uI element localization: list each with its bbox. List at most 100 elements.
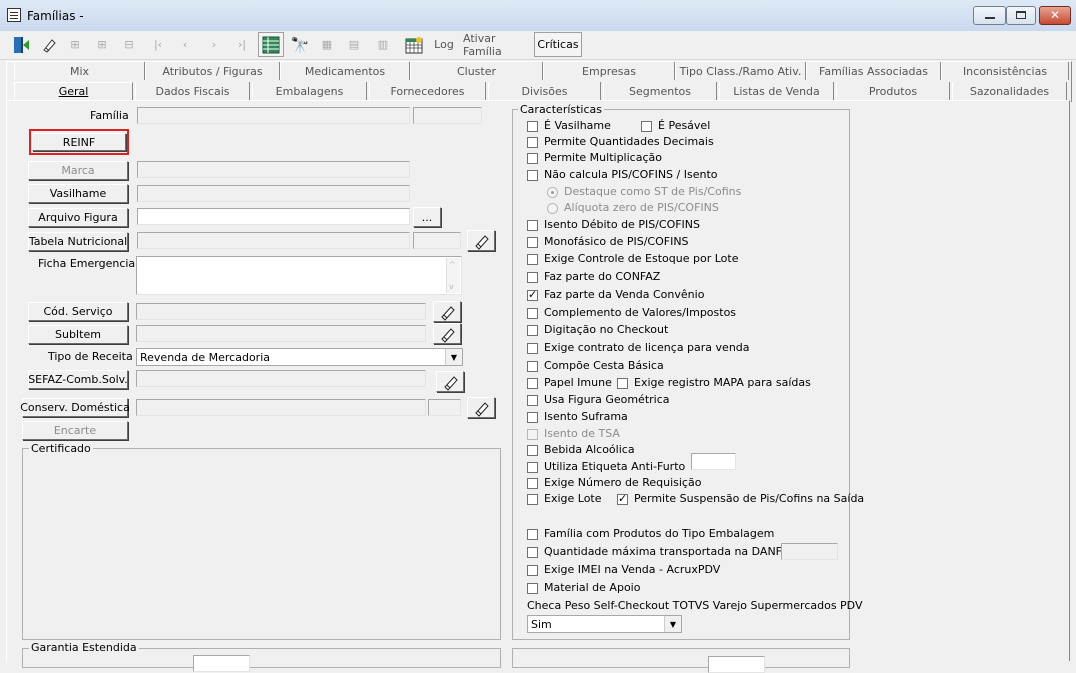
- tabela-nutricional-button[interactable]: Tabela Nutricional: [28, 232, 128, 251]
- sefaz-edit-button[interactable]: [436, 371, 464, 392]
- monofasico-checkbox[interactable]: [527, 237, 538, 248]
- arquivo-figura-button[interactable]: Arquivo Figura: [28, 208, 128, 227]
- log-button[interactable]: Log: [431, 32, 457, 57]
- marca-field[interactable]: [137, 161, 410, 178]
- tabela-nutricional-code-field[interactable]: [413, 232, 461, 249]
- tab-embalagens[interactable]: Embalagens: [252, 82, 367, 100]
- prev-record-button[interactable]: ‹: [173, 32, 197, 57]
- maximize-button[interactable]: [1006, 6, 1036, 25]
- tabela-nutricional-edit-button[interactable]: [467, 230, 495, 251]
- tab-fam-lias-associadas[interactable]: Famílias Associadas: [806, 62, 941, 80]
- e-vasilhame-checkbox[interactable]: [527, 121, 538, 132]
- sefaz-field[interactable]: [136, 370, 426, 387]
- conserv-domestica-code-field[interactable]: [428, 399, 461, 416]
- imei-checkbox[interactable]: [527, 565, 538, 576]
- cesta-checkbox[interactable]: [527, 361, 538, 372]
- browse-button[interactable]: ...: [413, 207, 441, 227]
- confaz-checkbox[interactable]: [527, 272, 538, 283]
- tab-empresas[interactable]: Empresas: [543, 62, 675, 80]
- e-pesavel-checkbox[interactable]: [641, 121, 652, 132]
- tab-medicamentos[interactable]: Medicamentos: [280, 62, 410, 80]
- isento-debito-checkbox[interactable]: [527, 220, 538, 231]
- familia-code-field[interactable]: [413, 107, 482, 124]
- digitacao-checkbox[interactable]: [527, 325, 538, 336]
- conserv-domestica-button[interactable]: Conserv. Doméstica: [20, 398, 130, 417]
- tree-remove-button[interactable]: ⊟: [116, 32, 142, 57]
- tool-b-button[interactable]: ▤: [341, 32, 367, 57]
- tree-add-button[interactable]: ⊞: [62, 32, 88, 57]
- ativar-familia-button[interactable]: Ativar Família: [460, 32, 530, 58]
- tab-fornecedores[interactable]: Fornecedores: [369, 82, 486, 100]
- chevron-down-icon[interactable]: ▼: [664, 616, 681, 632]
- sefaz-button[interactable]: SEFAZ-Comb.Solv.: [28, 370, 128, 389]
- qtd-danfe-field[interactable]: [781, 543, 838, 560]
- arquivo-figura-field[interactable]: [137, 208, 410, 225]
- tool-c-button[interactable]: ▥: [368, 32, 398, 57]
- tab-dados-fiscais[interactable]: Dados Fiscais: [135, 82, 250, 100]
- perm-mult-checkbox[interactable]: [527, 153, 538, 164]
- tab-atributos-figuras[interactable]: Atributos / Figuras: [145, 62, 280, 80]
- subitem-button[interactable]: SubItem: [28, 325, 128, 344]
- conserv-domestica-edit-button[interactable]: [467, 397, 495, 418]
- garantia-field[interactable]: [193, 655, 250, 672]
- bottom-right-field[interactable]: [708, 656, 765, 673]
- contrato-checkbox[interactable]: [527, 343, 538, 354]
- tab-divis-es[interactable]: Divisões: [488, 82, 601, 100]
- tab-sazonalidades[interactable]: Sazonalidades: [952, 82, 1067, 100]
- exige-lote-estoque-checkbox[interactable]: [527, 254, 538, 265]
- perm-qtd-dec-checkbox[interactable]: [527, 137, 538, 148]
- tab-mix[interactable]: Mix: [14, 62, 145, 80]
- tab-cluster[interactable]: Cluster: [410, 62, 543, 80]
- nao-calcula-checkbox[interactable]: [527, 170, 538, 181]
- familia-field[interactable]: [137, 107, 410, 124]
- qtd-danfe-checkbox[interactable]: [527, 547, 538, 558]
- tabela-nutricional-field[interactable]: [137, 232, 410, 249]
- textarea-scrollbar[interactable]: ^ v: [446, 258, 460, 293]
- conserv-domestica-field[interactable]: [136, 399, 426, 416]
- tab-geral[interactable]: Geral: [14, 82, 133, 100]
- grid-view-button[interactable]: [258, 32, 284, 57]
- tab-produtos[interactable]: Produtos: [836, 82, 950, 100]
- marca-button[interactable]: Marca: [28, 161, 128, 180]
- complemento-checkbox[interactable]: [527, 308, 538, 319]
- subitem-field[interactable]: [136, 325, 426, 342]
- papel-imune-checkbox[interactable]: [527, 378, 538, 389]
- venda-convenio-checkbox[interactable]: [527, 288, 538, 301]
- subitem-edit-button[interactable]: [433, 323, 461, 344]
- ficha-emergencial-textarea[interactable]: ^ v: [136, 256, 462, 295]
- exit-button[interactable]: [8, 32, 34, 57]
- cod-servico-button[interactable]: Cód. Serviço: [28, 302, 128, 321]
- calendar-button[interactable]: [401, 32, 427, 57]
- search-button[interactable]: 🔭: [287, 32, 313, 57]
- material-apoio-checkbox[interactable]: [527, 583, 538, 594]
- tab-listas-de-venda[interactable]: Listas de Venda: [719, 82, 834, 100]
- tab-segmentos[interactable]: Segmentos: [603, 82, 717, 100]
- antifurto-checkbox[interactable]: [527, 462, 538, 473]
- first-record-button[interactable]: |‹: [146, 32, 170, 57]
- antifurto-field[interactable]: [691, 453, 736, 470]
- figura-geo-checkbox[interactable]: [527, 395, 538, 406]
- tsa-checkbox[interactable]: [527, 429, 538, 440]
- next-record-button[interactable]: ›: [202, 32, 226, 57]
- susp-pis-checkbox[interactable]: [617, 492, 628, 505]
- requisicao-checkbox[interactable]: [527, 478, 538, 489]
- tree-insert-button[interactable]: ⊞: [89, 32, 115, 57]
- destaque-radio[interactable]: [547, 187, 558, 198]
- mapa-checkbox[interactable]: [617, 378, 628, 389]
- tipo-receita-select[interactable]: Revenda de Mercadoria ▼: [136, 348, 463, 366]
- edit-button[interactable]: [36, 32, 62, 57]
- cod-servico-edit-button[interactable]: [433, 301, 461, 322]
- close-button[interactable]: ✕: [1039, 6, 1071, 25]
- chevron-down-icon[interactable]: ▼: [445, 349, 462, 365]
- exige-lote-checkbox[interactable]: [527, 494, 538, 505]
- familia-embalagem-checkbox[interactable]: [527, 529, 538, 540]
- last-record-button[interactable]: ›|: [230, 32, 254, 57]
- cod-servico-field[interactable]: [136, 303, 426, 320]
- encarte-button[interactable]: Encarte: [22, 421, 128, 440]
- tab-inconsist-ncias[interactable]: Inconsistências: [941, 62, 1069, 80]
- checa-peso-select[interactable]: Sim ▼: [527, 615, 682, 633]
- reinf-button[interactable]: REINF: [32, 133, 126, 151]
- criticas-button[interactable]: Críticas: [534, 32, 582, 57]
- aliquota-radio[interactable]: [547, 203, 558, 214]
- bebida-checkbox[interactable]: [527, 445, 538, 456]
